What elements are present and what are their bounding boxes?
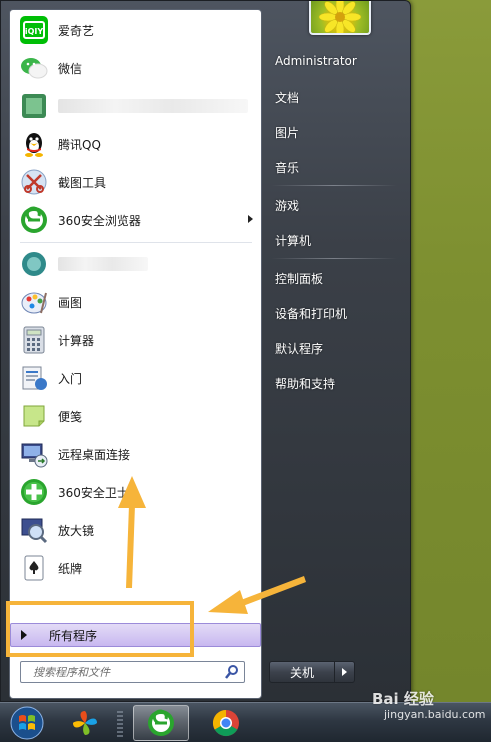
programs-pane: iQIY 爱奇艺 微信 腾讯QQ 截图工具 360安全浏览器 画图 计算器 入门… [9, 9, 262, 699]
chevron-right-icon [342, 668, 347, 676]
wechat-icon [18, 52, 50, 84]
right-separator [271, 185, 397, 186]
search-input[interactable] [21, 662, 221, 682]
app-item-getting-started[interactable]: 入门 [14, 360, 259, 396]
app-item-wechat[interactable]: 微信 [14, 50, 259, 86]
app-item-360-browser[interactable]: 360安全浏览器 [14, 202, 259, 238]
app-label: 360安全卫士 [58, 485, 129, 500]
app-label: 放大镜 [58, 523, 95, 538]
music-link[interactable]: 音乐 [275, 159, 299, 176]
watermark-url: jingyan.baidu.com [384, 708, 486, 721]
pinwheel-app-icon[interactable] [62, 705, 108, 741]
svg-text:iQIY: iQIY [25, 27, 44, 36]
app-item-iqiyi[interactable]: iQIY 爱奇艺 [14, 12, 259, 48]
shutdown-button[interactable]: 关机 [269, 661, 335, 683]
chrome-icon[interactable] [203, 705, 249, 741]
iqiyi-icon: iQIY [18, 14, 50, 46]
snipping-tool-icon [18, 166, 50, 198]
app-item-blurred[interactable] [14, 88, 259, 124]
blurred-app-icon [18, 90, 50, 122]
app-label: 入门 [58, 371, 83, 386]
documents-link[interactable]: 文档 [275, 89, 299, 106]
getting-started-icon [18, 362, 50, 394]
devices-printers-link[interactable]: 设备和打印机 [275, 305, 347, 322]
user-name-link[interactable]: Administrator [275, 54, 357, 68]
360-browser-icon [18, 204, 50, 236]
app-label: 360安全浏览器 [58, 213, 141, 228]
blurred-label [58, 99, 248, 113]
app-item-paint[interactable]: 画图 [14, 284, 259, 320]
360-safeguard-icon [18, 476, 50, 508]
app-label: 腾讯QQ [58, 137, 101, 152]
app-label: 便笺 [58, 409, 83, 424]
start-orb-icon[interactable] [4, 705, 50, 741]
360-browser-icon[interactable] [133, 705, 189, 741]
pictures-link[interactable]: 图片 [275, 124, 299, 141]
app-label: 微信 [58, 61, 83, 76]
app-label: 截图工具 [58, 175, 107, 190]
search-box[interactable] [20, 661, 245, 683]
app-label: 计算器 [58, 333, 95, 348]
sticky-notes-icon [18, 400, 50, 432]
app-item-sticky-notes[interactable]: 便笺 [14, 398, 259, 434]
right-separator [271, 258, 397, 259]
shutdown-options-button[interactable] [335, 661, 355, 683]
annotation-highlight-box [6, 601, 194, 657]
app-label: 爱奇艺 [58, 23, 95, 38]
app-item-magnifier[interactable]: 放大镜 [14, 512, 259, 548]
calculator-icon [18, 324, 50, 356]
app-item-solitaire[interactable]: 纸牌 [14, 550, 259, 586]
solitaire-icon [18, 552, 50, 584]
submenu-arrow-icon[interactable] [248, 215, 253, 223]
app-label: 画图 [58, 295, 83, 310]
app-label: 纸牌 [58, 561, 83, 576]
control-panel-link[interactable]: 控制面板 [275, 270, 323, 287]
app-item-remote-desktop[interactable]: 远程桌面连接 [14, 436, 259, 472]
blurred-app-icon [18, 248, 50, 280]
magnifier-icon [18, 514, 50, 546]
remote-desktop-icon [18, 438, 50, 470]
app-item-calculator[interactable]: 计算器 [14, 322, 259, 358]
app-item-qq[interactable]: 腾讯QQ [14, 126, 259, 162]
paint-icon [18, 286, 50, 318]
games-link[interactable]: 游戏 [275, 197, 299, 214]
shutdown-group: 关机 [269, 661, 357, 683]
pinned-separator [20, 242, 252, 243]
qq-penguin-icon [18, 128, 50, 160]
computer-link[interactable]: 计算机 [275, 232, 311, 249]
help-support-link[interactable]: 帮助和支持 [275, 375, 335, 392]
start-menu: iQIY 爱奇艺 微信 腾讯QQ 截图工具 360安全浏览器 画图 计算器 入门… [0, 0, 411, 702]
taskbar-grip[interactable] [117, 711, 123, 737]
blurred-label [58, 257, 148, 271]
user-avatar[interactable] [309, 1, 371, 35]
app-item-blurred[interactable] [14, 246, 259, 282]
app-label: 远程桌面连接 [58, 447, 131, 462]
app-item-snipping-tool[interactable]: 截图工具 [14, 164, 259, 200]
search-icon[interactable] [224, 664, 241, 680]
default-programs-link[interactable]: 默认程序 [275, 340, 323, 357]
watermark-logo: Bai 经验 [372, 690, 434, 708]
app-item-360-safeguard[interactable]: 360安全卫士 [14, 474, 259, 510]
